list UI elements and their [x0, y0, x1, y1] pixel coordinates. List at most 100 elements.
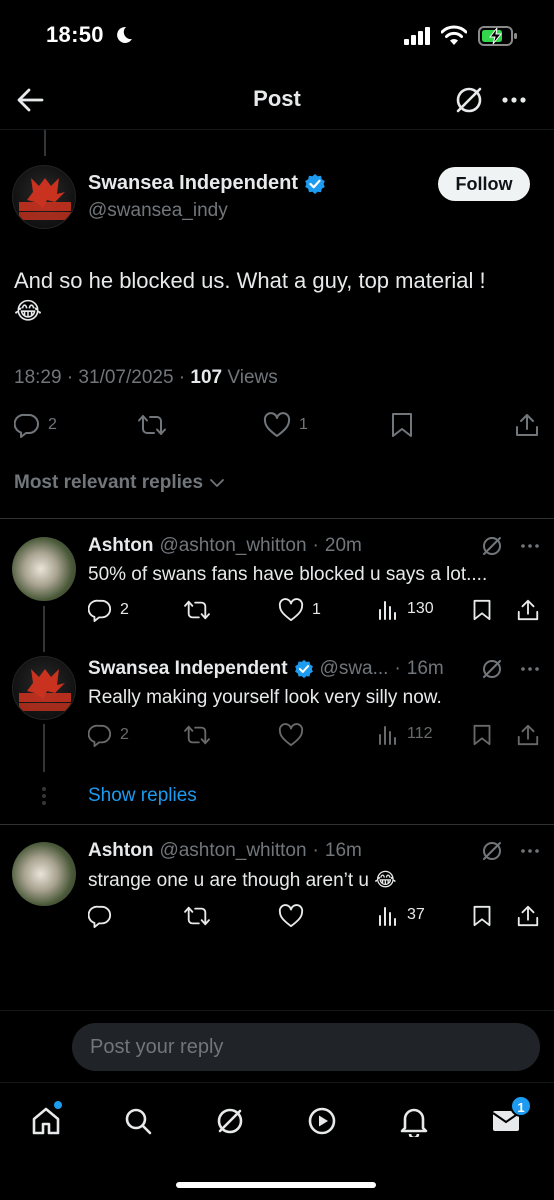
share-button[interactable]: [516, 598, 540, 622]
home-indicator: [176, 1182, 376, 1188]
follow-button[interactable]: Follow: [438, 167, 530, 201]
like-button[interactable]: 1: [278, 598, 321, 622]
nav-grok[interactable]: [210, 1101, 250, 1141]
repost-icon: [138, 415, 166, 435]
repost-button[interactable]: [183, 723, 211, 747]
do-not-disturb-moon-icon: [117, 26, 132, 43]
views-count: 112: [407, 725, 433, 742]
like-button[interactable]: [278, 723, 312, 747]
reply-handle[interactable]: @swa...: [320, 658, 389, 680]
reply-button[interactable]: [88, 904, 120, 928]
repost-button[interactable]: [137, 412, 175, 438]
share-icon: [517, 599, 539, 621]
bell-icon: [400, 1108, 428, 1137]
grok-icon: [217, 1108, 243, 1134]
divider: [0, 824, 554, 825]
thread-connector-line: [44, 130, 46, 156]
bookmark-button[interactable]: [390, 412, 414, 438]
more-options-icon[interactable]: [518, 839, 542, 863]
bookmark-button[interactable]: [472, 723, 492, 747]
bookmark-icon: [392, 413, 412, 437]
heart-icon: [263, 412, 291, 437]
sort-replies-dropdown[interactable]: Most relevant replies: [14, 472, 225, 494]
share-icon: [517, 724, 539, 746]
more-options-icon[interactable]: [518, 534, 542, 558]
reply-author-name[interactable]: Ashton: [88, 535, 153, 557]
views-button[interactable]: 37: [377, 904, 425, 926]
nav-search[interactable]: [118, 1101, 158, 1141]
share-icon: [516, 414, 538, 436]
reply-button[interactable]: 2: [14, 412, 57, 438]
separator-dot: ·: [312, 840, 319, 861]
bookmark-button[interactable]: [472, 598, 492, 622]
repost-button[interactable]: [183, 904, 211, 928]
reply-count: 2: [120, 601, 129, 618]
reply-count: 2: [120, 726, 129, 743]
views-count: 130: [407, 600, 434, 617]
reply-handle[interactable]: @ashton_whitton: [159, 535, 306, 557]
avatar[interactable]: [12, 165, 76, 229]
views-count: 37: [407, 906, 425, 923]
share-button[interactable]: [514, 412, 540, 438]
nav-video[interactable]: [302, 1101, 342, 1141]
grok-icon[interactable]: [480, 839, 504, 863]
reply-count: 2: [48, 416, 57, 433]
reply-composer: [0, 1010, 554, 1082]
author-name[interactable]: Swansea Independent: [88, 172, 298, 195]
reply-author-name[interactable]: Swansea Independent: [88, 658, 288, 680]
reply-icon: [88, 724, 111, 747]
bookmark-button[interactable]: [472, 904, 492, 928]
nav-messages[interactable]: 1: [486, 1095, 532, 1141]
author-handle[interactable]: @swansea_indy: [88, 200, 228, 222]
reply-time: 16m: [406, 658, 444, 679]
reply-action-bar: 2 112: [0, 723, 554, 753]
nav-home[interactable]: [26, 1101, 66, 1141]
top-header: Post: [0, 70, 554, 130]
repost-icon: [184, 600, 210, 620]
like-button[interactable]: [278, 904, 312, 928]
share-icon: [517, 905, 539, 927]
views-chart-icon: [379, 601, 396, 620]
post-timestamp: 18:29 · 31/07/2025 ·: [14, 367, 191, 388]
heart-icon: [278, 723, 304, 747]
reply-text: strange one u are though aren’t u 😂: [88, 869, 396, 892]
heart-icon: [278, 598, 304, 622]
separator-dot: ·: [312, 535, 319, 556]
search-icon: [125, 1108, 152, 1135]
like-button[interactable]: 1: [263, 412, 308, 438]
bookmark-icon: [473, 724, 491, 746]
like-count: 1: [299, 416, 308, 433]
laughing-emoji: 😂: [14, 298, 43, 326]
repost-icon: [184, 725, 210, 745]
laughing-emoji: 😂: [374, 870, 397, 891]
share-button[interactable]: [516, 904, 540, 928]
wifi-icon: [441, 25, 467, 45]
reply-author-name[interactable]: Ashton: [88, 840, 153, 862]
reply-author-row: Ashton @ashton_whitton · 20m: [88, 535, 362, 557]
views-button[interactable]: 130: [377, 598, 434, 620]
views-button[interactable]: 112: [377, 723, 433, 745]
swansea-independent-logo: [19, 178, 71, 220]
avatar[interactable]: [12, 656, 76, 720]
share-button[interactable]: [516, 723, 540, 747]
status-bar: 18:50: [0, 0, 554, 70]
grok-icon[interactable]: [453, 84, 485, 116]
reply-handle[interactable]: @ashton_whitton: [159, 840, 306, 862]
more-options-icon[interactable]: [518, 657, 542, 681]
grok-icon[interactable]: [480, 534, 504, 558]
repost-button[interactable]: [183, 598, 211, 622]
bookmark-icon: [473, 599, 491, 621]
grok-icon[interactable]: [480, 657, 504, 681]
show-replies-link[interactable]: Show replies: [88, 785, 197, 807]
verified-badge-icon: [305, 173, 325, 194]
nav-notifications[interactable]: [394, 1101, 434, 1141]
reply-button[interactable]: 2: [88, 723, 129, 747]
avatar[interactable]: [12, 842, 76, 906]
reply-input[interactable]: [72, 1023, 540, 1071]
main-author-row: Swansea Independent: [88, 172, 326, 195]
reply-text: 50% of swans fans have blocked u says a …: [88, 564, 488, 585]
reply-button[interactable]: 2: [88, 598, 129, 622]
more-options-icon[interactable]: [498, 84, 530, 116]
avatar[interactable]: [12, 537, 76, 601]
reply-icon: [88, 905, 111, 928]
